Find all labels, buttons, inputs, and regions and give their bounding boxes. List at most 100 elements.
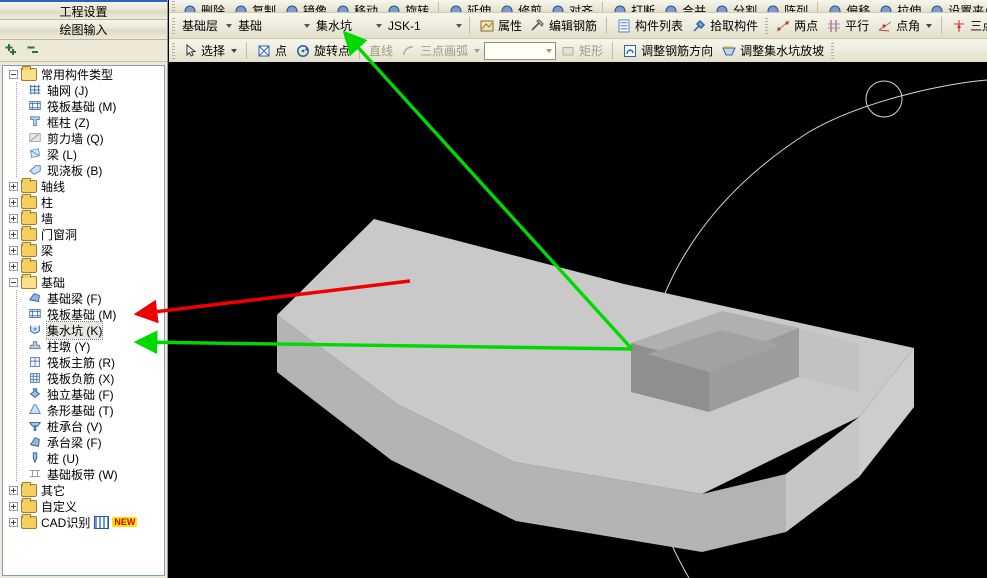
toolbar-grip[interactable] [172,17,175,34]
array-button[interactable]: 阵列 [761,1,812,12]
line-button[interactable]: 直线 [365,41,397,61]
chevron-down-icon[interactable] [474,48,481,53]
panel-tab-drawing-input[interactable]: 绘图输入 [0,20,167,40]
toolbar-main-row: 基础层 基础 集水坑 JSK-1 属性 编辑钢筋 构件列表 拾取构件 两点 平行… [169,12,987,38]
properties-icon [479,18,495,34]
tree-item-custom[interactable]: 自定义 [3,497,164,514]
properties-button[interactable]: 属性 [475,16,526,36]
tree-item-beam[interactable]: 梁 (L) [3,146,164,162]
select-button[interactable]: 选择 [178,41,241,61]
tree-item-raft-main[interactable]: 筏板主筋 (R) [3,354,164,370]
expand-icon[interactable] [9,229,18,239]
add-component-icon[interactable] [4,43,20,59]
point-angle-button[interactable]: 点角 [873,16,936,36]
panel-tab-project-settings[interactable]: 工程设置 [0,0,167,20]
tree-item-openings[interactable]: 门窗洞 [3,225,164,242]
split-button[interactable]: 分割 [710,1,761,12]
tree-item-col-pier[interactable]: 柱墩 (Y) [3,338,164,354]
component-instance-combo[interactable]: JSK-1 [384,17,464,35]
tree-item-walls[interactable]: 墙 [3,209,164,226]
mirror-button[interactable]: 镜像 [280,1,331,12]
expand-icon[interactable] [9,485,18,495]
tree-item-indep-found[interactable]: 独立基础 (F) [3,386,164,402]
pick-component-button[interactable]: 拾取构件 [687,16,762,36]
expand-icon[interactable] [9,197,18,207]
expand-icon[interactable] [9,213,18,223]
three-point-arc-button[interactable]: 三点画弧 [397,41,484,61]
tree-item-cast-slab[interactable]: 现浇板 (B) [3,162,164,178]
toolbar-grip[interactable] [765,17,769,34]
tree-item-common-types[interactable]: 常用构件类型 [3,66,164,82]
break-button[interactable]: 打断 [608,1,659,12]
set-grip-icon [929,3,945,12]
chevron-down-icon[interactable] [231,48,238,53]
floor-combo[interactable]: 基础层 [178,17,234,35]
align-button[interactable]: 对齐 [546,1,597,12]
remove-component-icon[interactable] [26,43,42,59]
point-button[interactable]: 点 [252,41,291,61]
component-type-combo[interactable]: 集水坑 [312,17,384,35]
chevron-down-icon [546,48,553,53]
tree-item-frame-col[interactable]: 框柱 (Z) [3,114,164,130]
chevron-down-icon[interactable] [926,23,933,28]
setpt-button[interactable]: 设置夹点 [925,1,987,12]
tree-item-found-band[interactable]: 基础板带 (W) [3,466,164,482]
expand-icon[interactable] [9,245,18,255]
tree-item-axis-line[interactable]: 轴线 [3,177,164,194]
adjust-sump-slope-button[interactable]: 调整集水坑放坡 [717,41,828,61]
expand-icon[interactable] [9,517,18,527]
tree-item-axis-net[interactable]: 轴网 (J) [3,82,164,98]
chevron-down-icon [304,23,311,28]
tree-item-label: 墙 [41,211,54,226]
rectangle-button[interactable]: 矩形 [556,41,607,61]
tree-item-pile[interactable]: 桩 (U) [3,450,164,466]
three-point-aux-button[interactable]: 三点辅轴 [947,16,987,36]
tree-item-raft-found-2[interactable]: 筏板基础 (M) [3,306,164,322]
tree-item-label: 筏板主筋 (R) [47,355,115,370]
copy-button[interactable]: 复制 [229,1,280,12]
tree-item-label: 筏板基础 (M) [47,99,117,114]
expand-icon[interactable] [9,181,18,191]
tree-item-raft-neg[interactable]: 筏板负筋 (X) [3,370,164,386]
draw-style-combo[interactable] [484,41,557,60]
expand-icon[interactable] [9,501,18,511]
tree-item-raft-found[interactable]: 筏板基础 (M) [3,98,164,114]
expand-icon[interactable] [9,261,18,271]
trim-button[interactable]: 修剪 [495,1,546,12]
two-point-button[interactable]: 两点 [771,16,822,36]
move-button[interactable]: 移动 [331,1,382,12]
component-tree[interactable]: 常用构件类型 轴网 (J) 筏板基础 (M) 框柱 (Z) 剪力墙 (Q) 梁 (L) 现浇… [2,65,165,576]
tree-item-cap-beam[interactable]: 承台梁 (F) [3,434,164,450]
3d-viewport[interactable] [169,62,987,578]
collapse-icon[interactable] [9,69,18,79]
tree-item-strip-found[interactable]: 条形基础 (T) [3,402,164,418]
edit-rebar-button[interactable]: 编辑钢筋 [526,16,601,36]
tree-item-columns[interactable]: 柱 [3,193,164,210]
tree-item-foundation[interactable]: 基础 [3,273,164,290]
tree-item-slabs[interactable]: 板 [3,257,164,274]
toolbar-grip[interactable] [172,0,175,12]
toolbar-grip[interactable] [172,42,175,59]
tree-item-found-beam[interactable]: 基础梁 (F) [3,290,164,306]
folder-icon [21,273,37,289]
merge-button[interactable]: 合并 [659,1,710,12]
adjust-rebar-direction-button[interactable]: 调整钢筋方向 [618,41,717,61]
tree-item-others[interactable]: 其它 [3,481,164,498]
component-list-button[interactable]: 构件列表 [612,16,687,36]
folder-icon [21,497,37,513]
tree-item-beams[interactable]: 梁 [3,241,164,258]
rotate-point-button[interactable]: 旋转点 [291,41,354,61]
fillet-button[interactable]: 偏移 [823,1,874,12]
tree-item-pile-cap[interactable]: 桩承台 (V) [3,418,164,434]
category-combo[interactable]: 基础 [234,17,312,35]
collapse-icon[interactable] [9,277,18,287]
tree-item-sump-pit[interactable]: 集水坑 (K) [3,320,164,340]
delete-button[interactable]: 删除 [178,1,229,12]
tree-item-cad-recog[interactable]: CAD识别 NEW [3,513,164,530]
stretch-button[interactable]: 拉伸 [874,1,925,12]
tree-item-shear-wall[interactable]: 剪力墙 (Q) [3,130,164,146]
rotate-button[interactable]: 旋转 [382,1,433,12]
extend-button[interactable]: 延伸 [444,1,495,12]
toolbar-grip[interactable] [831,42,835,59]
parallel-button[interactable]: 平行 [822,16,873,36]
